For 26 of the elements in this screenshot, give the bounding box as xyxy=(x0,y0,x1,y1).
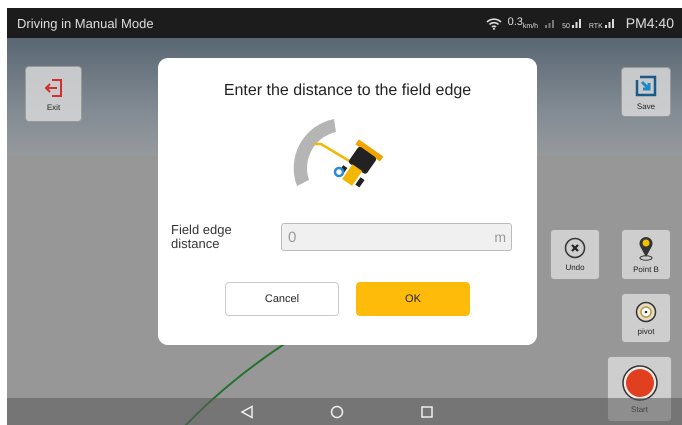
tool-button[interactable]: Save xyxy=(621,67,671,117)
save-icon xyxy=(634,74,658,98)
speed-reading: 0.3$_{km/h}$ xyxy=(508,16,538,30)
signal-icon xyxy=(544,17,556,29)
unit-label: m xyxy=(494,229,506,245)
tool-button[interactable]: Undo xyxy=(550,229,600,280)
signal-icon xyxy=(604,17,616,29)
wifi-icon xyxy=(486,16,502,30)
back-icon[interactable] xyxy=(240,404,254,418)
cancel-button[interactable]: Cancel xyxy=(225,282,339,316)
home-icon[interactable] xyxy=(330,404,344,418)
dialog-title: Enter the distance to the field edge xyxy=(224,82,472,100)
field-label: Field edge distance xyxy=(171,223,233,251)
screen-title: Driving in Manual Mode xyxy=(17,16,154,30)
target-icon xyxy=(635,300,657,322)
signal-icon xyxy=(570,17,583,29)
tool-button[interactable]: Exit xyxy=(25,66,82,122)
clock: PM4:40 xyxy=(626,15,674,31)
close-icon xyxy=(564,237,586,259)
ok-button[interactable]: OK xyxy=(356,282,470,316)
tool-button[interactable]: Point B xyxy=(621,229,671,280)
location-pin-icon xyxy=(637,235,655,261)
record-icon xyxy=(622,364,658,400)
exit-icon xyxy=(42,76,64,98)
tool-button[interactable]: pivot xyxy=(621,293,671,343)
recent-apps-icon[interactable] xyxy=(420,404,434,418)
